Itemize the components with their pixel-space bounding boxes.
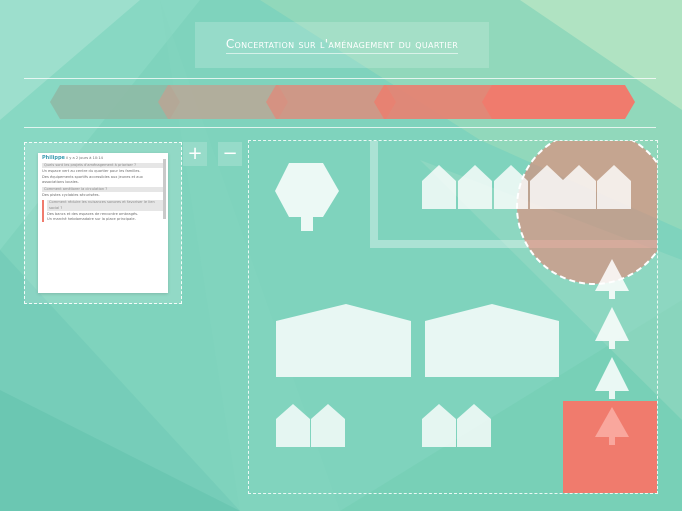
thread-answer: Des pistes cyclables sécurisées. xyxy=(42,193,100,198)
thread-question: Comment réduire les nuisances sonores et… xyxy=(47,200,163,211)
highlighted-thread: Comment réduire les nuisances sonores et… xyxy=(42,200,163,223)
step-5[interactable] xyxy=(482,85,635,119)
thread-question: Quels sont les projets d'aménagement à p… xyxy=(42,163,163,169)
title-box: Concertation sur l'aménagement du quarti… xyxy=(195,22,489,68)
zoom-in-button[interactable]: + xyxy=(183,142,207,166)
comment-card[interactable]: Philippe il y a 2 jours à 10:14 Quels so… xyxy=(38,153,168,293)
tree-icon xyxy=(275,163,339,231)
thread-answer: Un marché hebdomadaire sur la place prin… xyxy=(47,217,136,222)
page-title: Concertation sur l'aménagement du quarti… xyxy=(225,37,459,54)
comment-meta: il y a 2 jours à 10:14 xyxy=(66,156,103,160)
building-icon xyxy=(276,304,559,377)
divider-bottom xyxy=(24,127,656,128)
comment-author[interactable]: Philippe xyxy=(42,155,65,161)
zoom-out-button[interactable]: − xyxy=(218,142,242,166)
neighborhood-map[interactable] xyxy=(248,140,658,494)
divider-top xyxy=(24,78,656,79)
comment-scrollbar[interactable] xyxy=(163,159,166,219)
thread-answer: Des équipements sportifs accessibles aux… xyxy=(42,174,143,184)
comment-panel: Philippe il y a 2 jours à 10:14 Quels so… xyxy=(24,142,182,304)
step-timeline xyxy=(50,85,640,119)
selection-circle xyxy=(516,141,657,285)
house-icon xyxy=(276,404,491,447)
thread-question: Comment améliorer la circulation ? xyxy=(42,187,163,193)
